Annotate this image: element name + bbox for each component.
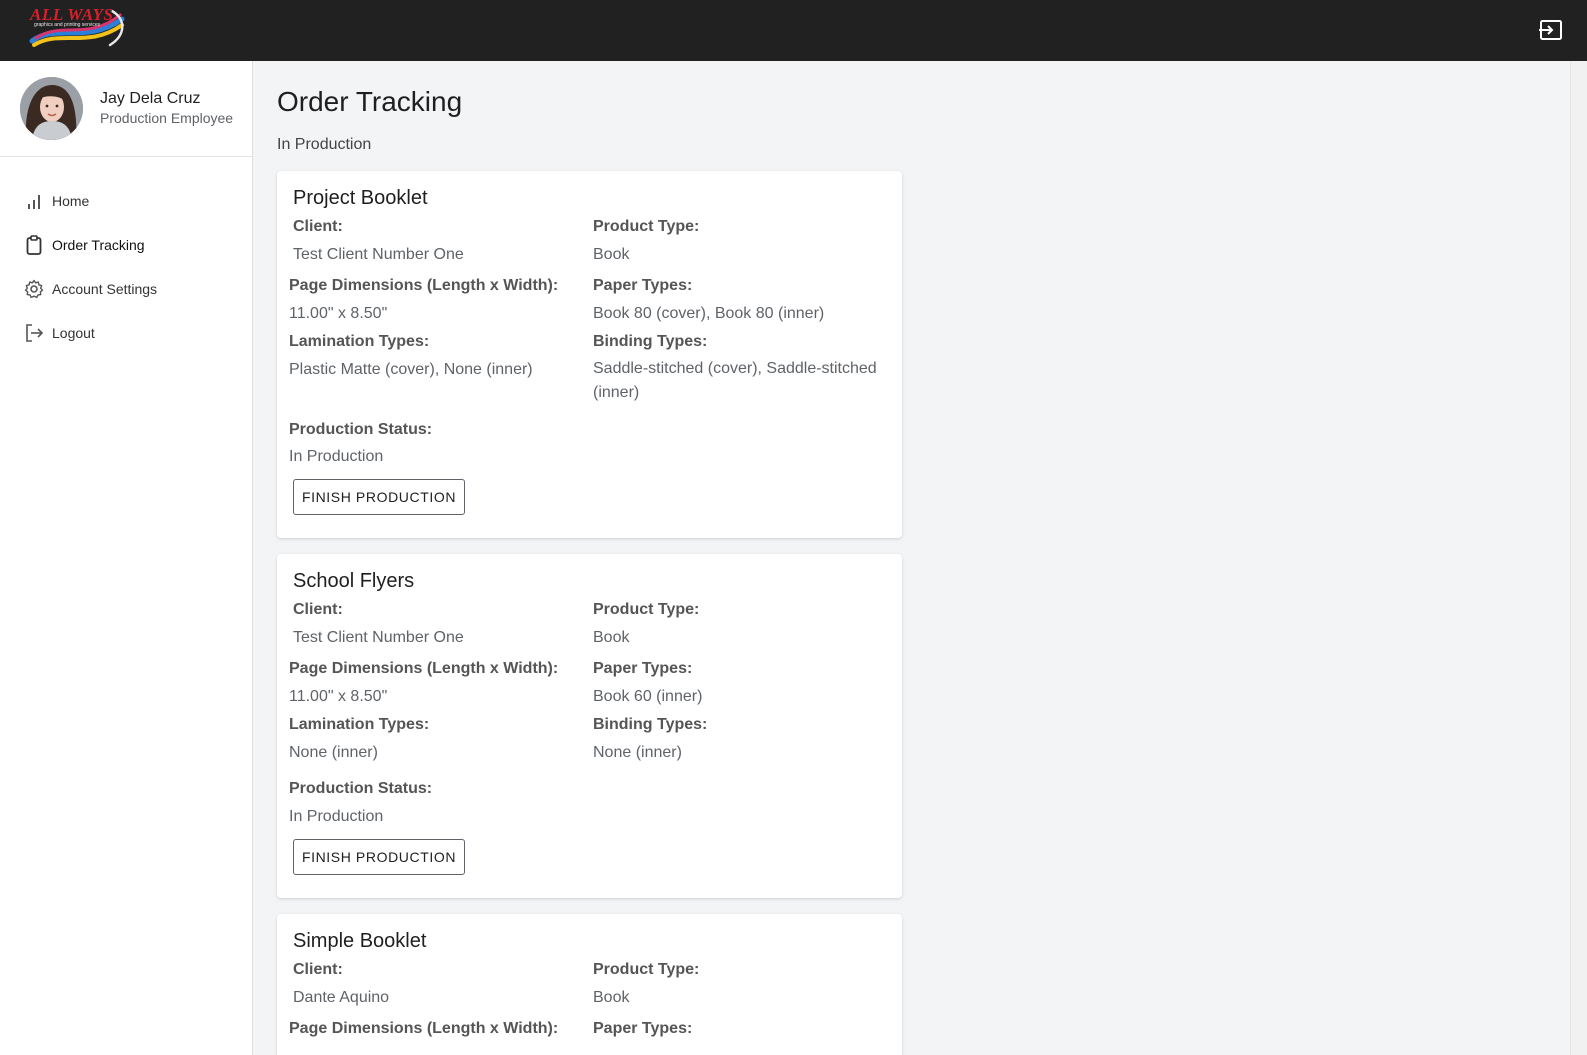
binding-types-value: None (inner)	[593, 744, 682, 761]
dimensions-label: Page Dimensions (Length x Width):	[289, 277, 559, 294]
lamination-types-label: Lamination Types:	[289, 716, 430, 733]
dimensions-value: 11.00" x 8.50"	[289, 688, 388, 705]
client-value: Test Client Number One	[293, 629, 464, 646]
product-type-label: Product Type:	[593, 961, 700, 978]
sidebar-item-account-settings[interactable]: Account Settings	[0, 267, 252, 311]
user-profile: Jay Dela Cruz Production Employee	[0, 61, 252, 157]
finish-production-button[interactable]: FINISH PRODUCTION	[293, 479, 465, 515]
product-type-label: Product Type:	[593, 601, 700, 618]
production-status-value: In Production	[289, 448, 384, 465]
company-logo[interactable]: ALL WAYS graphics and printing services	[26, 5, 128, 51]
section-heading: In Production	[277, 136, 372, 153]
paper-types-value: Book 80 (cover), Book 80 (inner)	[593, 305, 825, 322]
order-card: School Flyers Client: Test Client Number…	[277, 554, 902, 898]
logout-icon	[24, 323, 44, 343]
client-label: Client:	[293, 218, 343, 235]
lamination-types-label: Lamination Types:	[289, 333, 430, 350]
dimensions-label: Page Dimensions (Length x Width):	[289, 1020, 559, 1037]
dimensions-value: 11.00" x 8.50"	[289, 305, 388, 322]
sidebar-item-home[interactable]: Home	[0, 179, 252, 223]
paper-types-label: Paper Types:	[593, 1020, 693, 1037]
user-photo-icon	[20, 77, 83, 140]
client-value: Test Client Number One	[293, 246, 464, 263]
client-value: Dante Aquino	[293, 989, 390, 1006]
sidebar-item-order-tracking[interactable]: Order Tracking	[0, 223, 252, 267]
page-title: Order Tracking	[277, 86, 463, 117]
finish-production-button[interactable]: FINISH PRODUCTION	[293, 839, 465, 875]
binding-types-label: Binding Types:	[593, 333, 708, 350]
paper-types-label: Paper Types:	[593, 277, 693, 294]
user-name: Jay Dela Cruz	[100, 90, 201, 107]
sidebar-item-label: Home	[52, 193, 90, 209]
user-role: Production Employee	[100, 110, 234, 126]
order-title: School Flyers	[293, 570, 415, 592]
dimensions-label: Page Dimensions (Length x Width):	[289, 660, 559, 677]
binding-types-label: Binding Types:	[593, 716, 708, 733]
production-status-label: Production Status:	[289, 780, 433, 797]
page-scrollbar[interactable]	[1570, 61, 1587, 1055]
exit-app-button[interactable]	[1538, 18, 1564, 42]
product-type-value: Book	[593, 629, 630, 646]
product-type-label: Product Type:	[593, 218, 700, 235]
client-label: Client:	[293, 961, 343, 978]
order-title: Project Booklet	[293, 187, 428, 209]
gear-icon	[24, 279, 44, 299]
product-type-value: Book	[593, 989, 630, 1006]
product-type-value: Book	[593, 246, 630, 263]
production-status-label: Production Status:	[289, 421, 433, 438]
order-card: Project Booklet Client: Test Client Numb…	[277, 171, 902, 538]
production-status-value: In Production	[289, 808, 384, 825]
avatar	[20, 77, 83, 140]
sidebar-nav: Home Order Tracking Account Settings Log…	[0, 179, 252, 355]
paper-types-label: Paper Types:	[593, 660, 693, 677]
sidebar-item-label: Account Settings	[52, 281, 158, 297]
binding-types-value: Saddle-stitched (cover), Saddle-stitched…	[593, 360, 877, 401]
lamination-types-value: Plastic Matte (cover), None (inner)	[289, 361, 533, 378]
clipboard-icon	[24, 235, 44, 255]
top-app-bar: ALL WAYS graphics and printing services	[0, 0, 1587, 61]
lamination-types-value: None (inner)	[289, 744, 378, 761]
exit-icon	[1539, 20, 1562, 40]
sidebar-item-logout[interactable]: Logout	[0, 311, 252, 355]
paper-types-value: Book 60 (inner)	[593, 688, 703, 705]
sidebar: Jay Dela Cruz Production Employee Home O…	[0, 61, 253, 1055]
sidebar-item-label: Order Tracking	[52, 237, 145, 253]
bar-chart-icon	[24, 191, 44, 211]
logo-tagline: graphics and printing services	[34, 22, 101, 28]
client-label: Client:	[293, 601, 343, 618]
order-title: Simple Booklet	[293, 930, 427, 952]
sidebar-item-label: Logout	[52, 325, 95, 341]
order-card: Simple Booklet Client: Dante Aquino Prod…	[277, 914, 902, 1055]
